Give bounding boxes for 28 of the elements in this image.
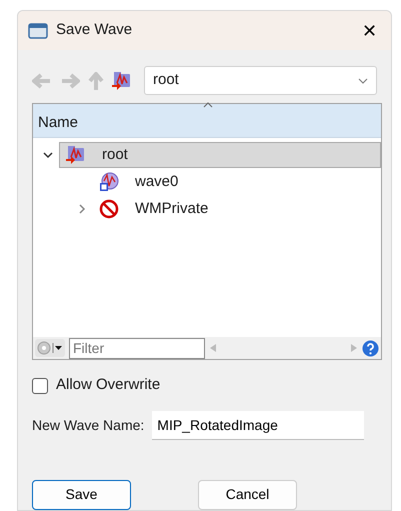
checkbox[interactable] [32,378,48,394]
forward-arrow-icon [60,72,80,89]
back-arrow-icon [32,72,52,89]
scroll-left-icon [209,343,217,354]
field-label: New Wave Name: [32,416,144,435]
scroll-right-icon [350,343,358,354]
tree-item[interactable]: WMPrivate [93,196,381,222]
sort-icon [203,102,213,108]
wave-icon [99,172,119,192]
help-icon [362,340,379,357]
checkbox-label[interactable]: Allow Overwrite [56,374,160,397]
folder-icon [112,70,132,91]
up-arrow-icon [88,72,104,90]
dialog-button[interactable]: Save [32,480,131,510]
column-header[interactable]: Name [38,114,78,132]
tree-item[interactable]: wave0 [93,169,381,196]
location-value: root [153,70,179,90]
chevron-down-icon [358,78,368,84]
location-dropdown[interactable]: root [144,66,377,96]
tree-item[interactable]: root [59,142,381,168]
name-field[interactable]: MIP_RotatedImage [152,410,364,440]
close-button[interactable]: ✕ [358,22,381,40]
folder-icon [66,145,86,166]
window-icon [28,22,48,39]
filter-field[interactable]: Filter [69,338,205,359]
dialog-button[interactable]: Cancel [198,480,297,510]
window-title: Save Wave [56,20,132,40]
prohibited-icon [99,199,119,220]
